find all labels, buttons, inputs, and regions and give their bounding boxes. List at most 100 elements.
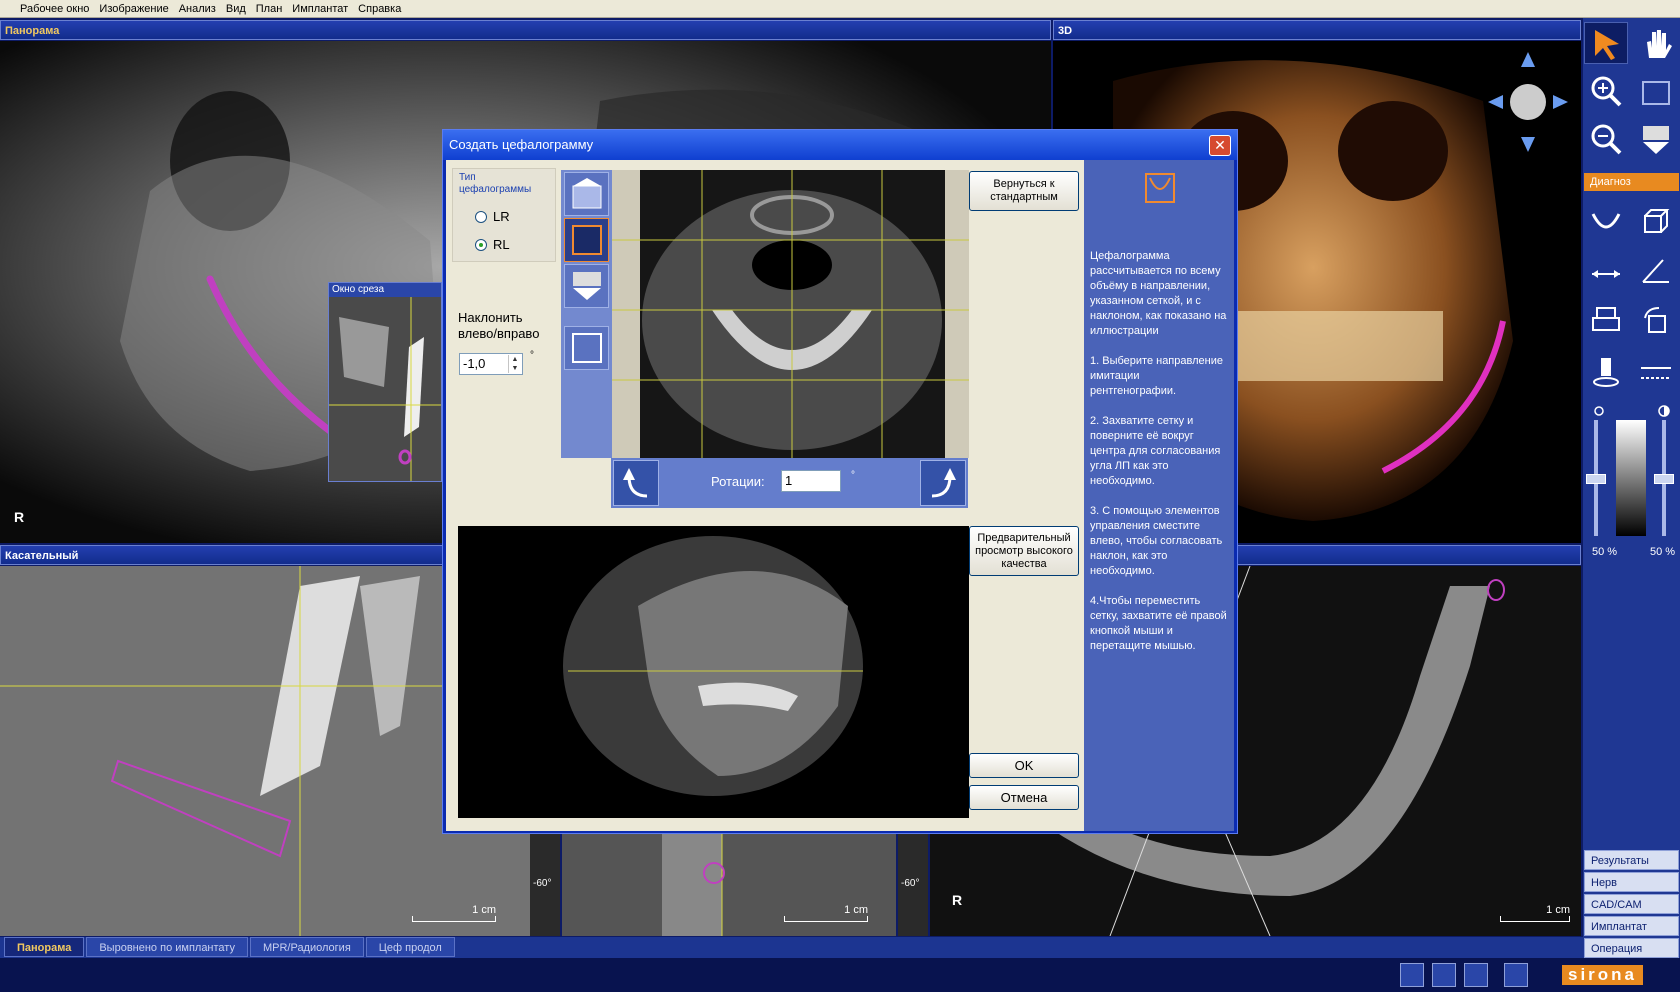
operation-button[interactable]: Операция [1584,938,1679,958]
rotate-right-button[interactable] [920,460,966,506]
workspace-tabs: Панорама Выровнено по имплантату MPR/Рад… [0,937,1583,958]
dialog-body: Тип цефалограммы LR RL Наклонить влево/в… [446,160,1234,831]
print-button[interactable] [1584,300,1628,342]
cancel-button[interactable]: Отмена [969,785,1079,810]
close-icon: ✕ [1214,137,1226,153]
view-bottom-button[interactable] [564,264,609,308]
measure-angle-button[interactable] [1634,250,1678,292]
box-icon [1642,81,1670,105]
measure-distance-button[interactable] [1584,250,1628,292]
cube-icon [1644,209,1670,233]
menu-workspace[interactable]: Рабочее окно [20,3,89,15]
view-bottom-icon [572,272,601,300]
rotation-input[interactable]: 1 [781,470,841,492]
help-panel: Цефалограмма рассчитывается по всему объ… [1084,160,1234,831]
volume-box-button[interactable] [1634,70,1678,112]
arrow-pointer-icon [1595,30,1619,60]
hand-icon [1647,30,1672,58]
zoom-out-button[interactable] [1584,118,1628,160]
sun-icon [1594,406,1604,416]
tab-implant-aligned[interactable]: Выровнено по имплантату [86,937,248,957]
radio-rl[interactable]: RL [475,237,510,252]
ok-button[interactable]: OK [969,753,1079,778]
status-tool-4-icon[interactable] [1504,963,1528,987]
panorama-orient-label: R [14,509,25,525]
volume-down-button[interactable] [1634,118,1678,160]
diagnosis-section-header[interactable]: Диагноз [1584,173,1679,191]
tab-mpr-radiology[interactable]: MPR/Радиология [249,937,364,957]
rotation-label: Ротации: [711,474,765,489]
brightness-slider[interactable] [1586,420,1606,536]
ceph-type-label: Тип цефалограммы [459,172,532,195]
help-step-2: 2. Захватите сетку и поверните её вокруг… [1090,415,1221,487]
menu-analysis[interactable]: Анализ [179,3,216,15]
arch-tool-button[interactable] [1584,200,1628,242]
rotate-volume-button[interactable] [1634,300,1678,342]
grayscale-ramp [1616,420,1646,536]
help-step-4: 4.Чтобы переместить сетку, захватите её … [1090,595,1227,652]
contrast-slider[interactable] [1654,420,1674,536]
view-top-icon [572,178,601,209]
view-top-button[interactable] [564,172,609,216]
status-tool-1-icon[interactable] [1400,963,1424,987]
zoom-in-icon [1591,76,1622,107]
create-ceph-dialog: Создать цефалограмму ✕ Тип цефалограммы … [442,129,1238,834]
rotate-left-button[interactable] [613,460,659,506]
tilt-degree-symbol: ° [530,350,534,361]
radio-lr-circle [475,210,487,223]
axial-scale: 1 cm [1500,904,1570,922]
radio-lr[interactable]: LR [475,209,510,224]
radio-rl-circle [475,238,487,251]
implant-tool-button[interactable] [1584,350,1628,392]
help-step-3: 3. С помощью элементов управления смести… [1090,505,1223,577]
pan-tool-button[interactable] [1634,22,1678,64]
view-front-icon [571,225,602,255]
rotate-right-arrow-icon [931,468,956,498]
rotation-degree-symbol: ° [851,470,855,481]
slice-window-image [329,297,441,481]
orientation-cube-icon[interactable] [1483,47,1573,157]
spin-arrows-icon[interactable]: ▲ ▼ [508,355,521,373]
panorama-title: Панорама [0,20,1051,40]
reset-defaults-button[interactable]: Вернуться к стандартным [969,171,1079,211]
view-box-button[interactable] [564,326,609,370]
nerve-tool-button[interactable] [1634,350,1678,392]
zoom-out-icon [1591,124,1622,155]
tilt-label: Наклонить влево/вправо [458,310,540,341]
menu-implant[interactable]: Имплантат [292,3,348,15]
view-box-icon [571,333,602,363]
slice-window-inset[interactable]: Окно среза [328,282,442,482]
status-tool-2-icon[interactable] [1432,963,1456,987]
dialog-title: Создать цефалограмму [443,130,1237,160]
hq-preview-button[interactable]: Предварительный просмотр высокого качест… [969,526,1079,576]
tab-panorama[interactable]: Панорама [4,937,85,957]
results-button[interactable]: Результаты [1584,850,1679,870]
view3d-title: 3D [1053,20,1581,40]
dialog-close-button[interactable]: ✕ [1209,135,1231,156]
help-intro: Цефалограмма рассчитывается по всему объ… [1090,250,1227,337]
nerve-button[interactable]: Нерв [1584,872,1679,892]
view-direction-strip [561,170,612,458]
view-front-button[interactable] [564,218,609,262]
menu-image[interactable]: Изображение [99,3,168,15]
brightness-contrast-icons [1594,405,1670,417]
cad-cam-button[interactable]: CAD/CAM [1584,894,1679,914]
menu-plan[interactable]: План [256,3,283,15]
slice-window-label: Окно среза [329,283,441,297]
app-window: Рабочее окно Изображение Анализ Вид План… [0,0,1680,992]
rotate-cube-icon [1644,307,1666,333]
help-step-1: 1. Выберите направление имитации рентген… [1090,355,1223,397]
axial-orient-label: R [952,892,963,908]
menu-view[interactable]: Вид [226,3,246,15]
zoom-in-button[interactable] [1584,70,1628,112]
rotate-left-arrow-icon [623,468,648,498]
pointer-tool-button[interactable] [1584,22,1628,64]
implant-button[interactable]: Имплантат [1584,916,1679,936]
tilt-spinbox[interactable]: -1,0 ▲ ▼ [459,353,523,375]
axial-grid-view[interactable] [612,170,969,458]
menu-help[interactable]: Справка [358,3,401,15]
tangential-scale: 1 cm [412,904,496,922]
cube-tool-button[interactable] [1634,200,1678,242]
tab-ceph[interactable]: Цеф продол [365,937,455,957]
status-tool-3-icon[interactable] [1464,963,1488,987]
